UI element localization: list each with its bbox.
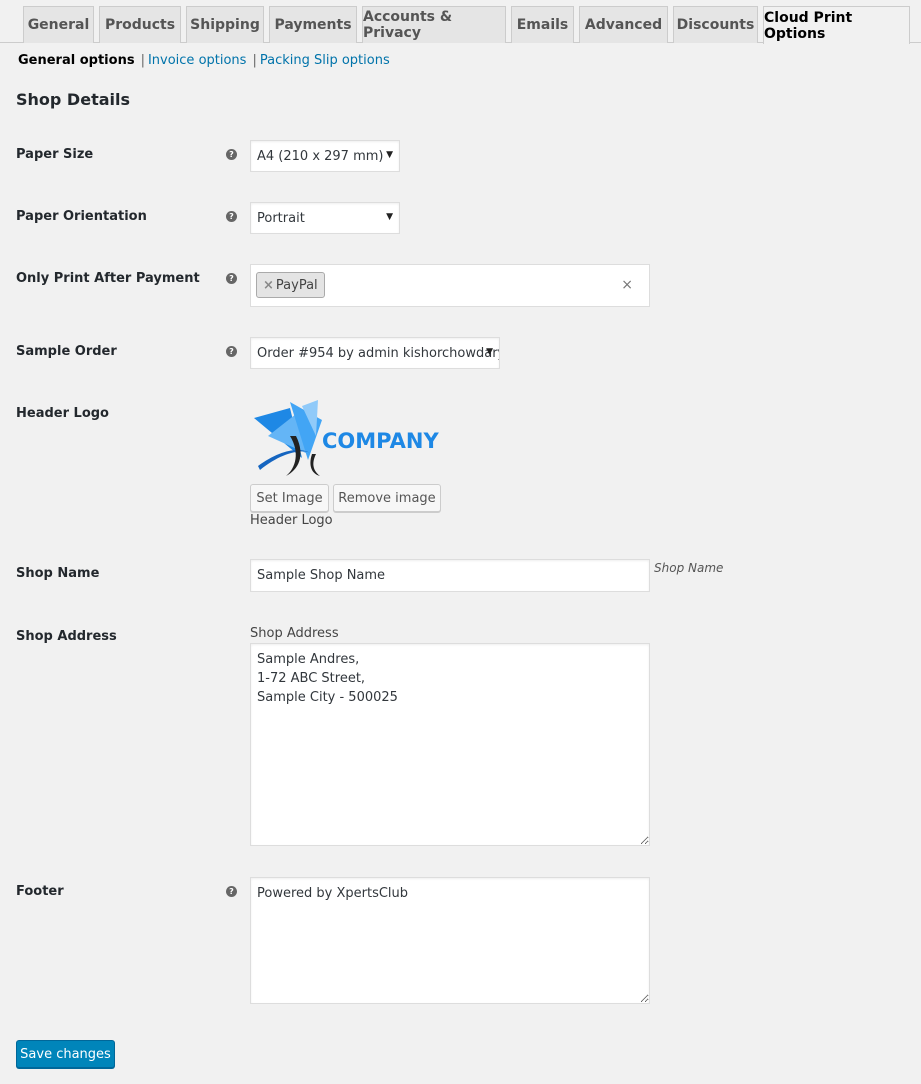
company-logo-icon: COMPANY (254, 400, 439, 476)
help-icon[interactable]: ? (226, 211, 237, 222)
paper-orientation-label: Paper Orientation (16, 209, 147, 224)
save-changes-button[interactable]: Save changes (16, 1040, 115, 1068)
subnav-general-options[interactable]: General options (18, 53, 135, 68)
help-icon[interactable]: ? (226, 886, 237, 897)
shop-address-caption: Shop Address (250, 626, 339, 641)
shop-address-label: Shop Address (16, 629, 117, 644)
shop-name-input[interactable] (250, 559, 650, 592)
payment-method-multiselect[interactable]: × PayPal × (250, 264, 650, 307)
sample-order-label: Sample Order (16, 344, 117, 359)
only-print-after-payment-label: Only Print After Payment (16, 271, 200, 286)
paper-orientation-value: Portrait (257, 210, 305, 226)
paper-orientation-select[interactable]: Portrait ▼ (250, 202, 400, 234)
tab-shipping[interactable]: Shipping (186, 6, 264, 43)
footer-textarea[interactable]: Powered by XpertsClub (250, 877, 650, 1004)
subnav-packing-slip-options-link[interactable]: Packing Slip options (260, 53, 390, 68)
chevron-down-icon: ▼ (386, 150, 393, 160)
paper-size-select[interactable]: A4 (210 x 297 mm) ▼ (250, 140, 400, 172)
logo-wordmark: COMPANY (322, 429, 439, 453)
tab-discounts[interactable]: Discounts (673, 6, 758, 43)
settings-tab-bar: General Products Shipping Payments Accou… (0, 0, 921, 44)
paper-size-label: Paper Size (16, 147, 94, 162)
subnav-invoice-options-link[interactable]: Invoice options (148, 53, 247, 68)
clear-selection-icon[interactable]: × (621, 277, 633, 293)
chip-label: PayPal (275, 277, 318, 293)
tab-payments[interactable]: Payments (269, 6, 357, 43)
help-icon[interactable]: ? (226, 149, 237, 160)
help-icon[interactable]: ? (226, 273, 237, 284)
header-logo-caption: Header Logo (250, 513, 333, 528)
shop-name-description: Shop Name (654, 561, 724, 575)
paper-size-value: A4 (210 x 297 mm) (257, 148, 384, 164)
tab-accounts-privacy[interactable]: Accounts & Privacy (362, 6, 506, 43)
chevron-down-icon: ▼ (486, 347, 493, 357)
shop-address-textarea[interactable]: Sample Andres, 1-72 ABC Street, Sample C… (250, 643, 650, 846)
help-icon[interactable]: ? (226, 346, 237, 357)
company-logo-image: COMPANY (250, 396, 440, 478)
footer-label: Footer (16, 884, 64, 899)
chevron-down-icon: ▼ (386, 212, 393, 222)
header-logo-label: Header Logo (16, 406, 109, 421)
payment-chip-paypal[interactable]: × PayPal (256, 272, 325, 298)
sub-navigation: General options | Invoice options | Pack… (18, 53, 390, 68)
tab-cloud-print-options[interactable]: Cloud Print Options (763, 6, 910, 44)
remove-image-button[interactable]: Remove image (333, 484, 441, 512)
tab-general[interactable]: General (23, 6, 94, 43)
section-title: Shop Details (16, 90, 130, 109)
subnav-separator: | (252, 53, 257, 68)
chip-remove-icon[interactable]: × (263, 278, 274, 293)
subnav-separator: | (140, 53, 145, 68)
sample-order-select[interactable]: Order #954 by admin kishorchowdary ▼ (250, 337, 500, 369)
tab-emails[interactable]: Emails (511, 6, 574, 43)
tab-advanced[interactable]: Advanced (579, 6, 668, 43)
sample-order-value: Order #954 by admin kishorchowdary (257, 345, 500, 361)
shop-name-label: Shop Name (16, 566, 100, 581)
tab-products[interactable]: Products (99, 6, 181, 43)
set-image-button[interactable]: Set Image (250, 484, 329, 512)
